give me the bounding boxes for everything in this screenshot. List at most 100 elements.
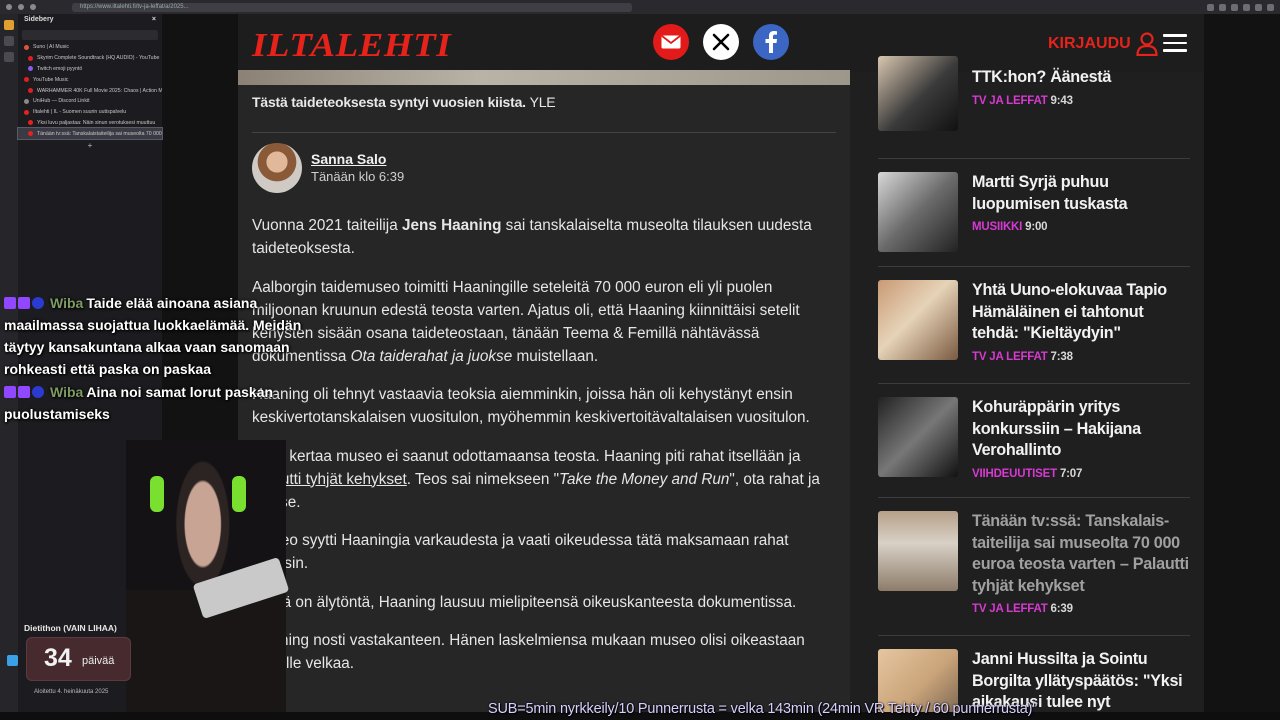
sidebery-tab[interactable]: YouTube Music xyxy=(18,74,162,85)
chat-username: Wiba xyxy=(50,384,84,400)
news-title-block[interactable]: Kohuräppärin yritys konkurssiin – Hakija… xyxy=(972,397,1190,482)
news-thumbnail[interactable] xyxy=(878,56,958,131)
site-logo[interactable]: ILTALEHTI xyxy=(252,26,451,66)
bits-badge-icon xyxy=(18,297,30,309)
extension-icon[interactable] xyxy=(1231,3,1238,11)
news-title[interactable]: Martti Syrjä puhuu luopumisen tuskasta xyxy=(972,172,1190,215)
news-category[interactable]: TV JA LEFFAT xyxy=(972,95,1048,107)
sidebery-tab[interactable]: WARHAMMER 40K Full Movie 2025: Chaos | A… xyxy=(18,85,162,96)
news-divider xyxy=(878,635,1190,636)
hamburger-menu-icon[interactable] xyxy=(1163,34,1187,52)
article-body: Vuonna 2021 taiteilija Jens Haaning sai … xyxy=(252,214,838,691)
news-item[interactable]: Yhtä Uuno-elokuvaa Tapio Hämäläinen ei t… xyxy=(878,280,1190,370)
panel-switch-icon[interactable] xyxy=(4,52,14,62)
paragraph: Museo syytti Haaningia varkaudesta ja va… xyxy=(252,532,789,572)
paragraph: Tämä on älytöntä, Haaning lausuu mielipi… xyxy=(252,593,797,611)
artist-name: Jens Haaning xyxy=(401,217,502,234)
sidebery-tab-label: Tänään tv:ssä: Tanskalaistaiteilija sai … xyxy=(37,130,162,137)
favicon-icon xyxy=(28,120,33,126)
panel-switch-icon[interactable] xyxy=(4,20,14,30)
new-tab-button[interactable]: + xyxy=(18,141,162,150)
sidebery-tab[interactable]: Suno | AI Music xyxy=(18,42,162,53)
related-news-sidebar: TTK:hon? Äänestä TV JA LEFFAT 9:43 Martti S… xyxy=(878,56,1190,720)
panel-switch-icon[interactable] xyxy=(4,36,14,46)
news-divider xyxy=(878,383,1190,384)
platform-badge-icon xyxy=(32,297,44,309)
news-item[interactable]: Martti Syrjä puhuu luopumisen tuskasta MU… xyxy=(878,172,1190,262)
extension-icon[interactable] xyxy=(1207,3,1214,11)
news-title-block[interactable]: TTK:hon? Äänestä TV JA LEFFAT 9:43 xyxy=(972,67,1190,109)
news-thumbnail[interactable] xyxy=(878,397,958,477)
subscriber-badge-icon xyxy=(4,297,16,309)
news-item[interactable]: Kohuräppärin yritys konkurssiin – Hakija… xyxy=(878,397,1190,487)
favicon-icon xyxy=(24,98,29,104)
news-meta: VIIHDEUUTISET 7:07 xyxy=(972,466,1190,482)
news-thumbnail[interactable] xyxy=(878,511,958,591)
sidebery-tab[interactable]: Iltalehti | IL - Suomen suurin uutispalv… xyxy=(18,107,162,118)
platform-badge-icon xyxy=(32,386,44,398)
news-divider xyxy=(878,266,1190,267)
stream-chat: Wiba Taide elää ainoana asiana maailmassa… xyxy=(4,292,304,426)
author-name[interactable]: Sanna Salo xyxy=(311,151,386,167)
sidebery-search-input[interactable] xyxy=(22,30,158,40)
news-thumbnail[interactable] xyxy=(878,172,958,252)
login-button[interactable]: KIRJAUDU xyxy=(1048,32,1158,56)
favicon-icon xyxy=(24,77,29,83)
share-x-button[interactable] xyxy=(703,24,739,60)
author-avatar[interactable] xyxy=(252,143,302,193)
site-header: ILTALEHTI KIRJAUDU xyxy=(238,14,1204,72)
sidebery-tab[interactable]: Twitch emoji pyyntö xyxy=(18,64,162,75)
documentary-title: Ota taiderahat ja juokse xyxy=(350,347,513,365)
extension-icon[interactable] xyxy=(1255,3,1262,11)
close-icon[interactable]: × xyxy=(152,16,156,26)
favicon-icon xyxy=(24,109,29,115)
favicon-icon xyxy=(28,131,33,137)
news-title-block[interactable]: Martti Syrjä puhuu luopumisen tuskasta MU… xyxy=(972,172,1190,235)
news-time: 9:00 xyxy=(1025,221,1048,234)
back-icon[interactable] xyxy=(6,4,12,10)
subscriber-badge-icon xyxy=(4,386,16,398)
news-thumbnail[interactable] xyxy=(878,280,958,360)
extension-icon[interactable] xyxy=(1219,3,1226,11)
share-email-button[interactable] xyxy=(653,24,689,60)
news-category[interactable]: MUSIIKKI xyxy=(972,221,1022,233)
news-divider xyxy=(878,158,1190,159)
forward-icon[interactable] xyxy=(18,4,24,10)
day-unit: päivää xyxy=(82,655,115,667)
menu-icon[interactable] xyxy=(1267,3,1274,11)
reload-icon[interactable] xyxy=(30,4,36,10)
login-label: KIRJAUDU xyxy=(1048,35,1131,52)
news-title[interactable]: Tänään tv:ssä: Tanskalais-taiteilija sai… xyxy=(972,511,1190,597)
extension-icon[interactable] xyxy=(1243,3,1250,11)
news-title[interactable]: Kohuräppärin yritys konkurssiin – Hakija… xyxy=(972,397,1190,462)
favicon-icon xyxy=(28,66,33,72)
facebook-icon xyxy=(765,31,777,53)
news-item[interactable]: TTK:hon? Äänestä TV JA LEFFAT 9:43 xyxy=(878,56,1190,160)
news-title[interactable]: Yhtä Uuno-elokuvaa Tapio Hämäläinen ei t… xyxy=(972,280,1190,345)
sidebery-tab-label: Suno | AI Music xyxy=(33,44,69,51)
sidebery-tab[interactable]: UniHub — Discord Linkit xyxy=(18,96,162,107)
sidebery-tab-label: UniHub — Discord Linkit xyxy=(33,98,90,105)
tab-list: Suno | AI Music Skyrim Complete Soundtrac… xyxy=(17,42,163,141)
artwork-title: Take the Money and Run xyxy=(559,470,730,488)
paragraph: Tällä kertaa museo ei saanut odottamaans… xyxy=(252,447,820,511)
paragraph: Aalborgin taidemuseo toimitti Haaningill… xyxy=(252,278,800,365)
news-title-block[interactable]: Tänään tv:ssä: Tanskalais-taiteilija sai… xyxy=(972,511,1190,617)
web-page: ILTALEHTI KIRJAUDU Tästä taideteoksesta … xyxy=(238,14,1204,720)
news-category[interactable]: VIIHDEUUTISET xyxy=(972,468,1057,480)
caption-source: YLE xyxy=(529,94,556,110)
bits-badge-icon xyxy=(18,386,30,398)
address-bar[interactable]: https://www.iltalehti.fi/tv-ja-leffat/a/… xyxy=(72,2,632,12)
news-title[interactable]: TTK:hon? Äänestä xyxy=(972,67,1190,89)
news-category[interactable]: TV JA LEFFAT xyxy=(972,351,1048,363)
chat-message: Wiba Taide elää ainoana asiana maailmassa… xyxy=(4,292,304,380)
sidebery-tab[interactable]: Yksi luvu paljastaa: Näin sinun verotuks… xyxy=(18,118,162,129)
sidebery-tab[interactable]: Skyrim Complete Soundtrack (HQ AUDIO) - … xyxy=(18,53,162,64)
news-category[interactable]: TV JA LEFFAT xyxy=(972,603,1048,615)
sidebery-tab[interactable]: Tänään tv:ssä: Tanskalaistaiteilija sai … xyxy=(17,127,163,141)
share-facebook-button[interactable] xyxy=(753,24,789,60)
news-item[interactable]: Tänään tv:ssä: Tanskalais-taiteilija sai… xyxy=(878,511,1190,615)
news-title-block[interactable]: Yhtä Uuno-elokuvaa Tapio Hämäläinen ei t… xyxy=(972,280,1190,365)
chat-message: Wiba Aina noi samat lorut paskan puolusta… xyxy=(4,381,304,425)
news-divider xyxy=(878,497,1190,498)
